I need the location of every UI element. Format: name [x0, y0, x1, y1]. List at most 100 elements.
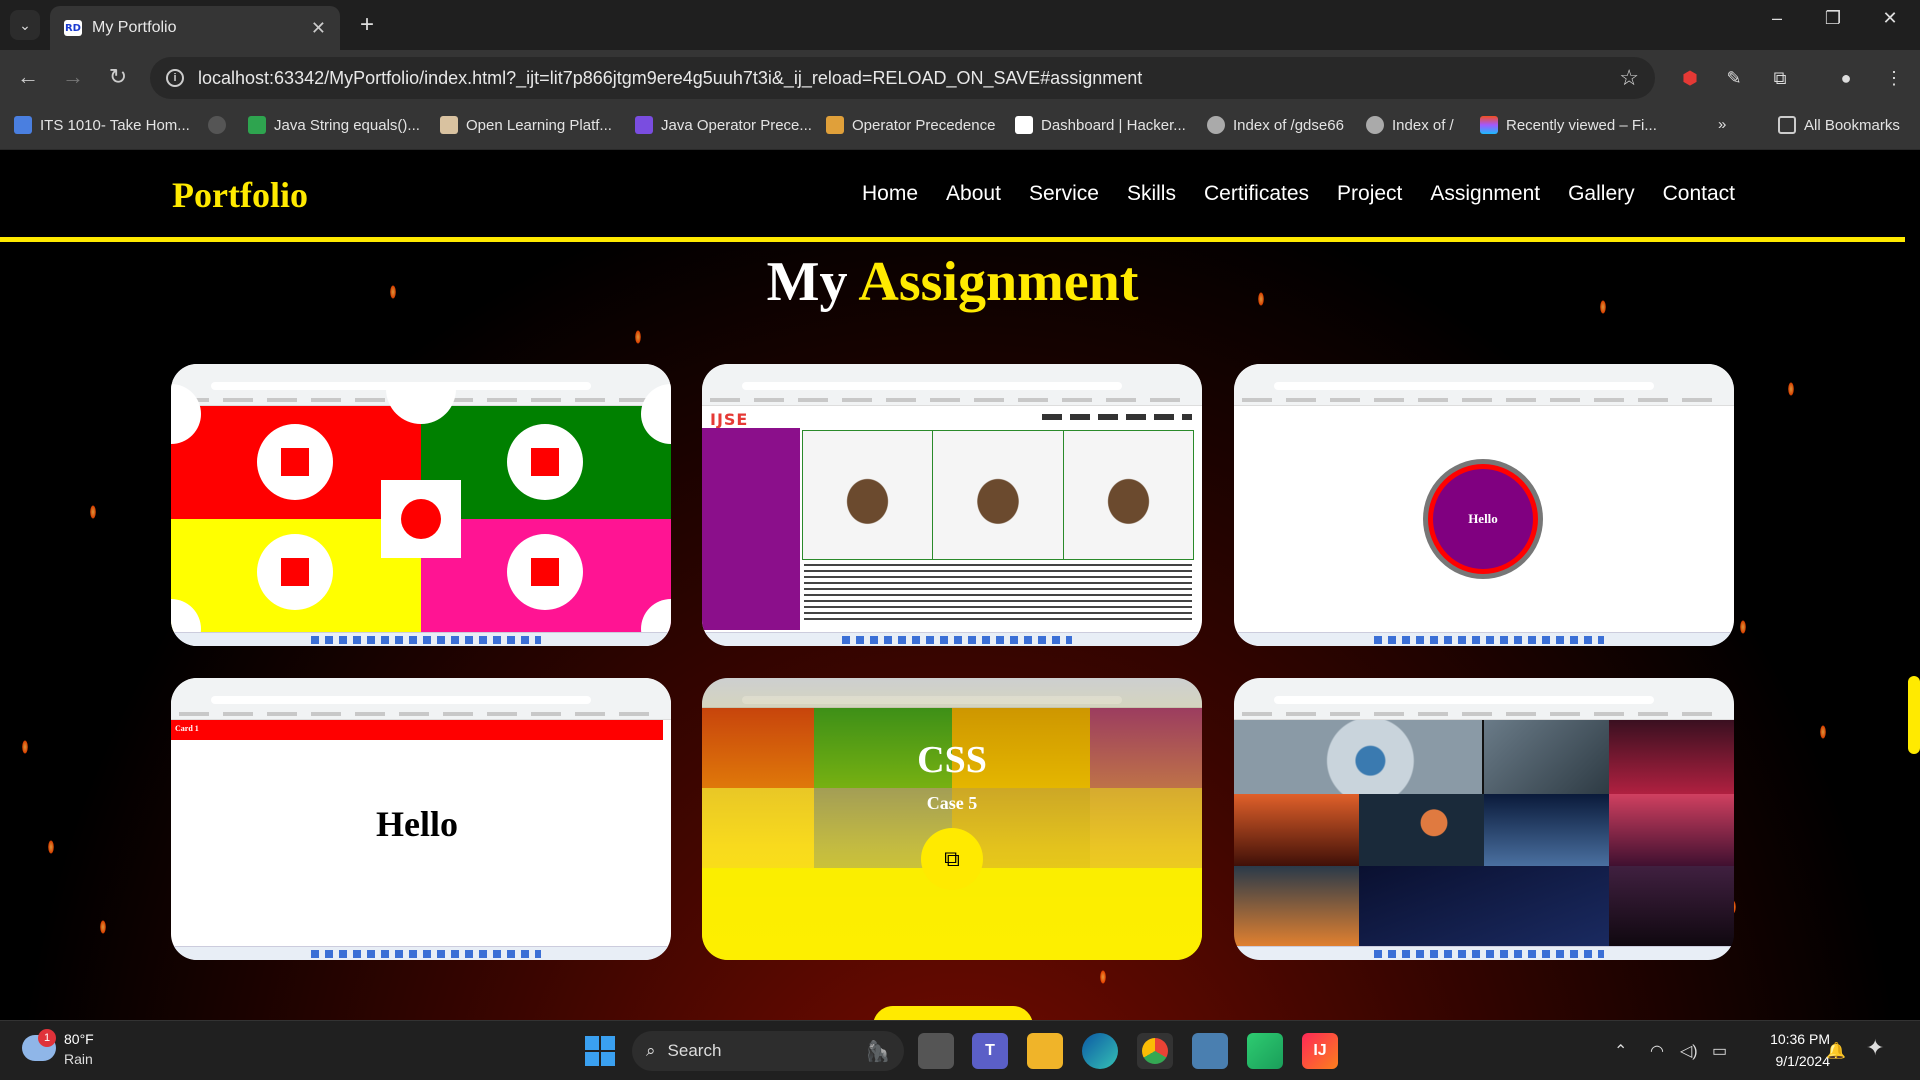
bookmark-star-icon[interactable]: ☆: [1619, 65, 1639, 91]
ember-decoration: [1788, 382, 1794, 396]
windows-taskbar: 1 80°F Rain ⌕ Search 🦍 T IJ ⌃ ◠ ◁) ▭ 10:…: [0, 1020, 1920, 1080]
copilot-icon[interactable]: ✦: [1866, 1035, 1884, 1061]
assignment-card-2[interactable]: IJSE: [702, 364, 1202, 646]
nav-skills[interactable]: Skills: [1127, 182, 1176, 206]
bookmark-item[interactable]: Open Learning Platf...: [440, 116, 612, 134]
taskbar-search[interactable]: ⌕ Search 🦍: [632, 1031, 904, 1071]
hackerrank-icon: [1015, 116, 1033, 134]
partially-visible-button[interactable]: [873, 1006, 1033, 1020]
ember-decoration: [1740, 620, 1746, 634]
task-view-icon[interactable]: [918, 1033, 954, 1069]
nav-certificates[interactable]: Certificates: [1204, 182, 1309, 206]
assignment-card-6[interactable]: [1234, 678, 1734, 960]
circle-shape: [507, 534, 583, 610]
card-screenshot-chrome: [1234, 364, 1734, 406]
nav-assignment[interactable]: Assignment: [1430, 182, 1540, 206]
minimize-icon[interactable]: –: [1757, 8, 1797, 29]
profile-avatar-icon[interactable]: ●: [1832, 64, 1860, 92]
browser-tab[interactable]: RD My Portfolio ✕: [50, 6, 340, 50]
bookmark-item[interactable]: Operator Precedence: [826, 116, 995, 134]
new-tab-button[interactable]: +: [352, 10, 382, 40]
mini-sidebar: [702, 428, 800, 630]
bookmark-item[interactable]: Recently viewed – Fi...: [1480, 116, 1657, 134]
gallery-image: [1609, 866, 1734, 946]
page-scrollbar[interactable]: [1908, 676, 1920, 754]
bookmark-item[interactable]: Java Operator Prece...: [635, 116, 812, 134]
card-screenshot-taskbar: [171, 946, 671, 960]
ember-decoration: [100, 920, 106, 934]
bookmark-item[interactable]: Index of /gdse66: [1207, 116, 1344, 134]
gallery-image: [1609, 794, 1734, 866]
monkey-gallery: [802, 430, 1194, 560]
search-highlight-icon: 🦍: [865, 1040, 890, 1063]
reload-icon[interactable]: ↻: [103, 64, 133, 90]
bookmark-item[interactable]: Dashboard | Hacker...: [1015, 116, 1186, 134]
tab-favicon: RD: [64, 20, 82, 36]
site-logo[interactable]: Portfolio: [172, 174, 308, 216]
page-viewport: Portfolio Home About Service Skills Cert…: [0, 150, 1920, 1020]
bookmarks-overflow-button[interactable]: »: [1718, 116, 1726, 133]
clock-time[interactable]: 10:36 PM: [1770, 1031, 1830, 1047]
card-subtitle: Case 5: [926, 793, 978, 813]
section-title: My Assignment: [0, 250, 1905, 314]
clock-date[interactable]: 9/1/2024: [1776, 1053, 1831, 1069]
hello-heading: Hello: [376, 804, 458, 844]
tab-search-button[interactable]: ⌄: [10, 10, 40, 40]
bookmarks-bar: ITS 1010- Take Hom... Java String equals…: [0, 106, 1920, 150]
edge-icon[interactable]: [1082, 1033, 1118, 1069]
eyedropper-icon[interactable]: ✎: [1720, 64, 1748, 92]
ember-decoration: [90, 505, 96, 519]
card-screenshot-taskbar: [702, 632, 1202, 646]
photos-icon[interactable]: [1192, 1033, 1228, 1069]
volume-icon[interactable]: ◁): [1680, 1041, 1698, 1061]
bookmark-item[interactable]: Index of /: [1366, 116, 1454, 134]
hello-circle: Hello: [1428, 464, 1538, 574]
file-explorer-icon[interactable]: [1027, 1033, 1063, 1069]
url-text[interactable]: localhost:63342/MyPortfolio/index.html?_…: [198, 68, 1619, 89]
assignment-card-5[interactable]: CSS Case 5 ⧉: [702, 678, 1202, 960]
ember-decoration: [1820, 725, 1826, 739]
bookmark-item[interactable]: [208, 116, 234, 134]
tray-overflow-icon[interactable]: ⌃: [1614, 1041, 1627, 1061]
bookmark-item[interactable]: ITS 1010- Take Hom...: [14, 116, 190, 134]
nav-home[interactable]: Home: [862, 182, 918, 206]
chrome-icon[interactable]: [1137, 1033, 1173, 1069]
extension-shield-icon[interactable]: ⬢: [1676, 64, 1704, 92]
more-menu-icon[interactable]: ⋮: [1880, 64, 1908, 92]
gallery-image: [1484, 720, 1609, 794]
address-bar[interactable]: i localhost:63342/MyPortfolio/index.html…: [150, 57, 1655, 99]
restore-icon[interactable]: ❐: [1813, 8, 1853, 29]
bookmark-item[interactable]: Java String equals()...: [248, 116, 420, 134]
teams-icon[interactable]: T: [972, 1033, 1008, 1069]
intellij-icon[interactable]: IJ: [1302, 1033, 1338, 1069]
gallery-image: [1359, 866, 1609, 946]
weather-temperature[interactable]: 80°F: [64, 1031, 94, 1047]
site-header: Portfolio Home About Service Skills Cert…: [0, 150, 1905, 242]
window-close-icon[interactable]: ✕: [1870, 8, 1910, 29]
extensions-puzzle-icon[interactable]: ⧉: [1766, 64, 1794, 92]
nav-project[interactable]: Project: [1337, 182, 1402, 206]
open-link-icon[interactable]: ⧉: [921, 828, 983, 890]
close-icon[interactable]: ✕: [311, 18, 326, 39]
forward-icon[interactable]: →: [58, 64, 88, 90]
notification-bell-icon[interactable]: 🔔: [1826, 1041, 1846, 1061]
all-bookmarks-button[interactable]: All Bookmarks: [1778, 116, 1900, 134]
nav-service[interactable]: Service: [1029, 182, 1099, 206]
start-button[interactable]: [585, 1036, 615, 1066]
nav-contact[interactable]: Contact: [1663, 182, 1735, 206]
assignment-card-1[interactable]: [171, 364, 671, 646]
site-info-icon[interactable]: i: [166, 69, 184, 87]
nav-about[interactable]: About: [946, 182, 1001, 206]
circle-shape: [257, 424, 333, 500]
nav-gallery[interactable]: Gallery: [1568, 182, 1635, 206]
assignment-card-4[interactable]: Card 1 Hello: [171, 678, 671, 960]
back-icon[interactable]: ←: [13, 64, 43, 90]
assignment-card-3[interactable]: Hello: [1234, 364, 1734, 646]
wifi-icon[interactable]: ◠: [1650, 1041, 1664, 1061]
circle-shape: [257, 534, 333, 610]
battery-icon[interactable]: ▭: [1712, 1041, 1727, 1061]
app-icon[interactable]: [1247, 1033, 1283, 1069]
weather-condition[interactable]: Rain: [64, 1051, 93, 1067]
gallery-image: [1234, 794, 1359, 866]
card-screenshot-taskbar: [171, 632, 671, 646]
